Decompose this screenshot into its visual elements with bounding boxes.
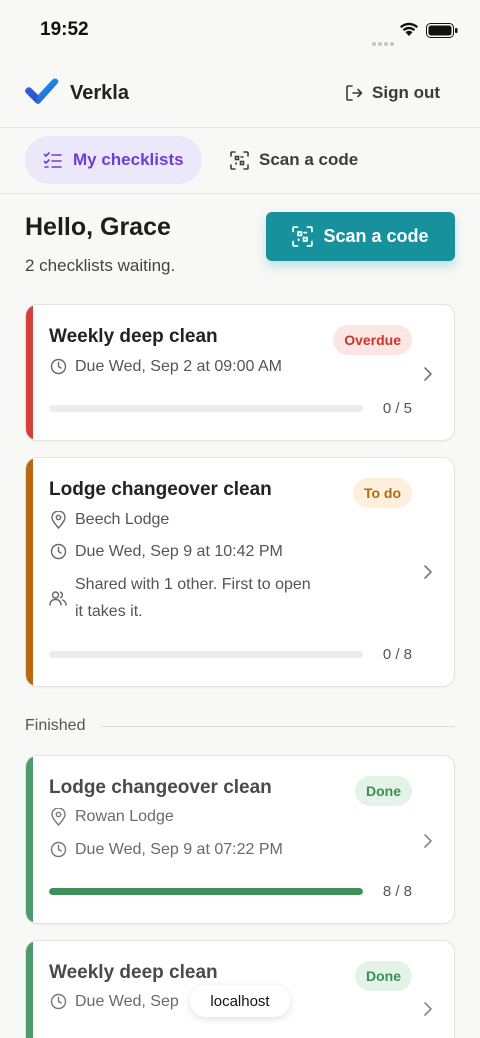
location-text: Beech Lodge bbox=[75, 511, 170, 528]
sign-out-button[interactable]: Sign out bbox=[330, 74, 454, 112]
progress-count: 0 / 5 bbox=[382, 400, 412, 417]
checklist-title: Weekly deep clean bbox=[49, 326, 218, 347]
clock-icon bbox=[50, 993, 66, 1010]
chevron-right-icon bbox=[424, 367, 432, 381]
card-accent-bar bbox=[26, 458, 33, 686]
progress-bar bbox=[49, 405, 363, 412]
location-pin-icon bbox=[50, 807, 66, 826]
checklist-title: Lodge changeover clean bbox=[49, 479, 272, 500]
scan-code-button-label: Scan a code bbox=[323, 226, 429, 246]
finished-label: Finished bbox=[25, 717, 86, 734]
clock-icon bbox=[50, 358, 66, 375]
shared-text: Shared with 1 other. First to open it tak… bbox=[75, 576, 311, 620]
tab-bar: My checklists Scan a code bbox=[0, 128, 480, 194]
location-text: Rowan Lodge bbox=[75, 808, 174, 825]
clock-icon bbox=[50, 841, 66, 858]
tab-scan-code[interactable]: Scan a code bbox=[212, 136, 376, 184]
app-bar: Verkla Sign out bbox=[0, 60, 480, 128]
scan-icon bbox=[230, 150, 249, 170]
checklist-card[interactable]: Weekly deep clean Overdue Due Wed, Sep 2… bbox=[25, 304, 455, 441]
due-date-text: Due Wed, Sep 9 at 10:42 PM bbox=[75, 543, 283, 560]
brand-name: Verkla bbox=[70, 82, 129, 104]
sign-out-icon bbox=[346, 85, 363, 101]
progress-fill bbox=[49, 888, 363, 895]
page-greeting: Hello, Grace bbox=[25, 213, 171, 241]
checklist-card[interactable]: Lodge changeover clean To do Beech Lodge… bbox=[25, 457, 455, 687]
due-date-row: Due Wed, Sep 9 at 10:42 PM bbox=[49, 538, 283, 565]
chevron-right-icon bbox=[424, 565, 432, 579]
chevron-right-icon bbox=[424, 834, 432, 848]
due-date-text: Due Wed, Sep 2 at 09:00 AM bbox=[75, 358, 282, 375]
shared-row: Shared with 1 other. First to open it tak… bbox=[49, 571, 339, 625]
wifi-icon bbox=[400, 22, 418, 36]
progress-bar bbox=[49, 651, 363, 658]
card-accent-bar bbox=[26, 305, 33, 440]
people-icon bbox=[49, 591, 67, 606]
status-badge: Done bbox=[355, 776, 412, 806]
progress-bar bbox=[49, 888, 363, 895]
tab-my-checklists[interactable]: My checklists bbox=[25, 136, 202, 184]
clock-icon bbox=[50, 543, 66, 560]
checklist-title: Lodge changeover clean bbox=[49, 777, 272, 798]
tab-my-checklists-label: My checklists bbox=[73, 150, 184, 169]
location-pin-icon bbox=[50, 510, 66, 529]
chevron-right-icon bbox=[424, 1002, 432, 1016]
signal-dots-icon bbox=[372, 33, 396, 51]
section-divider bbox=[101, 725, 455, 727]
tab-scan-code-label: Scan a code bbox=[259, 150, 359, 169]
checklist-card[interactable]: Lodge changeover clean Done Rowan Lodge … bbox=[25, 755, 455, 924]
card-accent-bar bbox=[26, 941, 33, 1038]
status-badge: To do bbox=[352, 478, 412, 508]
status-bar: 19:52 bbox=[0, 0, 480, 60]
battery-icon bbox=[426, 23, 458, 38]
progress-count: 0 / 8 bbox=[382, 646, 412, 663]
status-badge: Overdue bbox=[333, 325, 412, 355]
sign-out-label: Sign out bbox=[372, 83, 440, 102]
scan-code-button[interactable]: Scan a code bbox=[266, 212, 455, 261]
status-time: 19:52 bbox=[40, 19, 89, 40]
progress-count: 8 / 8 bbox=[382, 883, 412, 900]
url-toast: localhost bbox=[190, 985, 290, 1017]
status-badge: Done bbox=[355, 961, 412, 991]
checklist-icon bbox=[43, 152, 62, 168]
checklists-waiting-text: 2 checklists waiting. bbox=[25, 256, 176, 275]
location-row: Rowan Lodge bbox=[49, 803, 174, 830]
due-date-text: Due Wed, Sep bbox=[75, 993, 179, 1010]
scan-icon bbox=[292, 226, 314, 247]
card-accent-bar bbox=[26, 756, 33, 923]
due-date-row: Due Wed, Sep 2 at 09:00 AM bbox=[49, 353, 282, 380]
location-row: Beech Lodge bbox=[49, 506, 169, 533]
due-date-text: Due Wed, Sep 9 at 07:22 PM bbox=[75, 841, 283, 858]
verkla-logo-icon bbox=[25, 78, 59, 104]
due-date-row: Due Wed, Sep bbox=[49, 988, 179, 1015]
checklist-title: Weekly deep clean bbox=[49, 962, 218, 983]
finished-section-header: Finished bbox=[25, 715, 455, 737]
due-date-row: Due Wed, Sep 9 at 07:22 PM bbox=[49, 836, 283, 863]
